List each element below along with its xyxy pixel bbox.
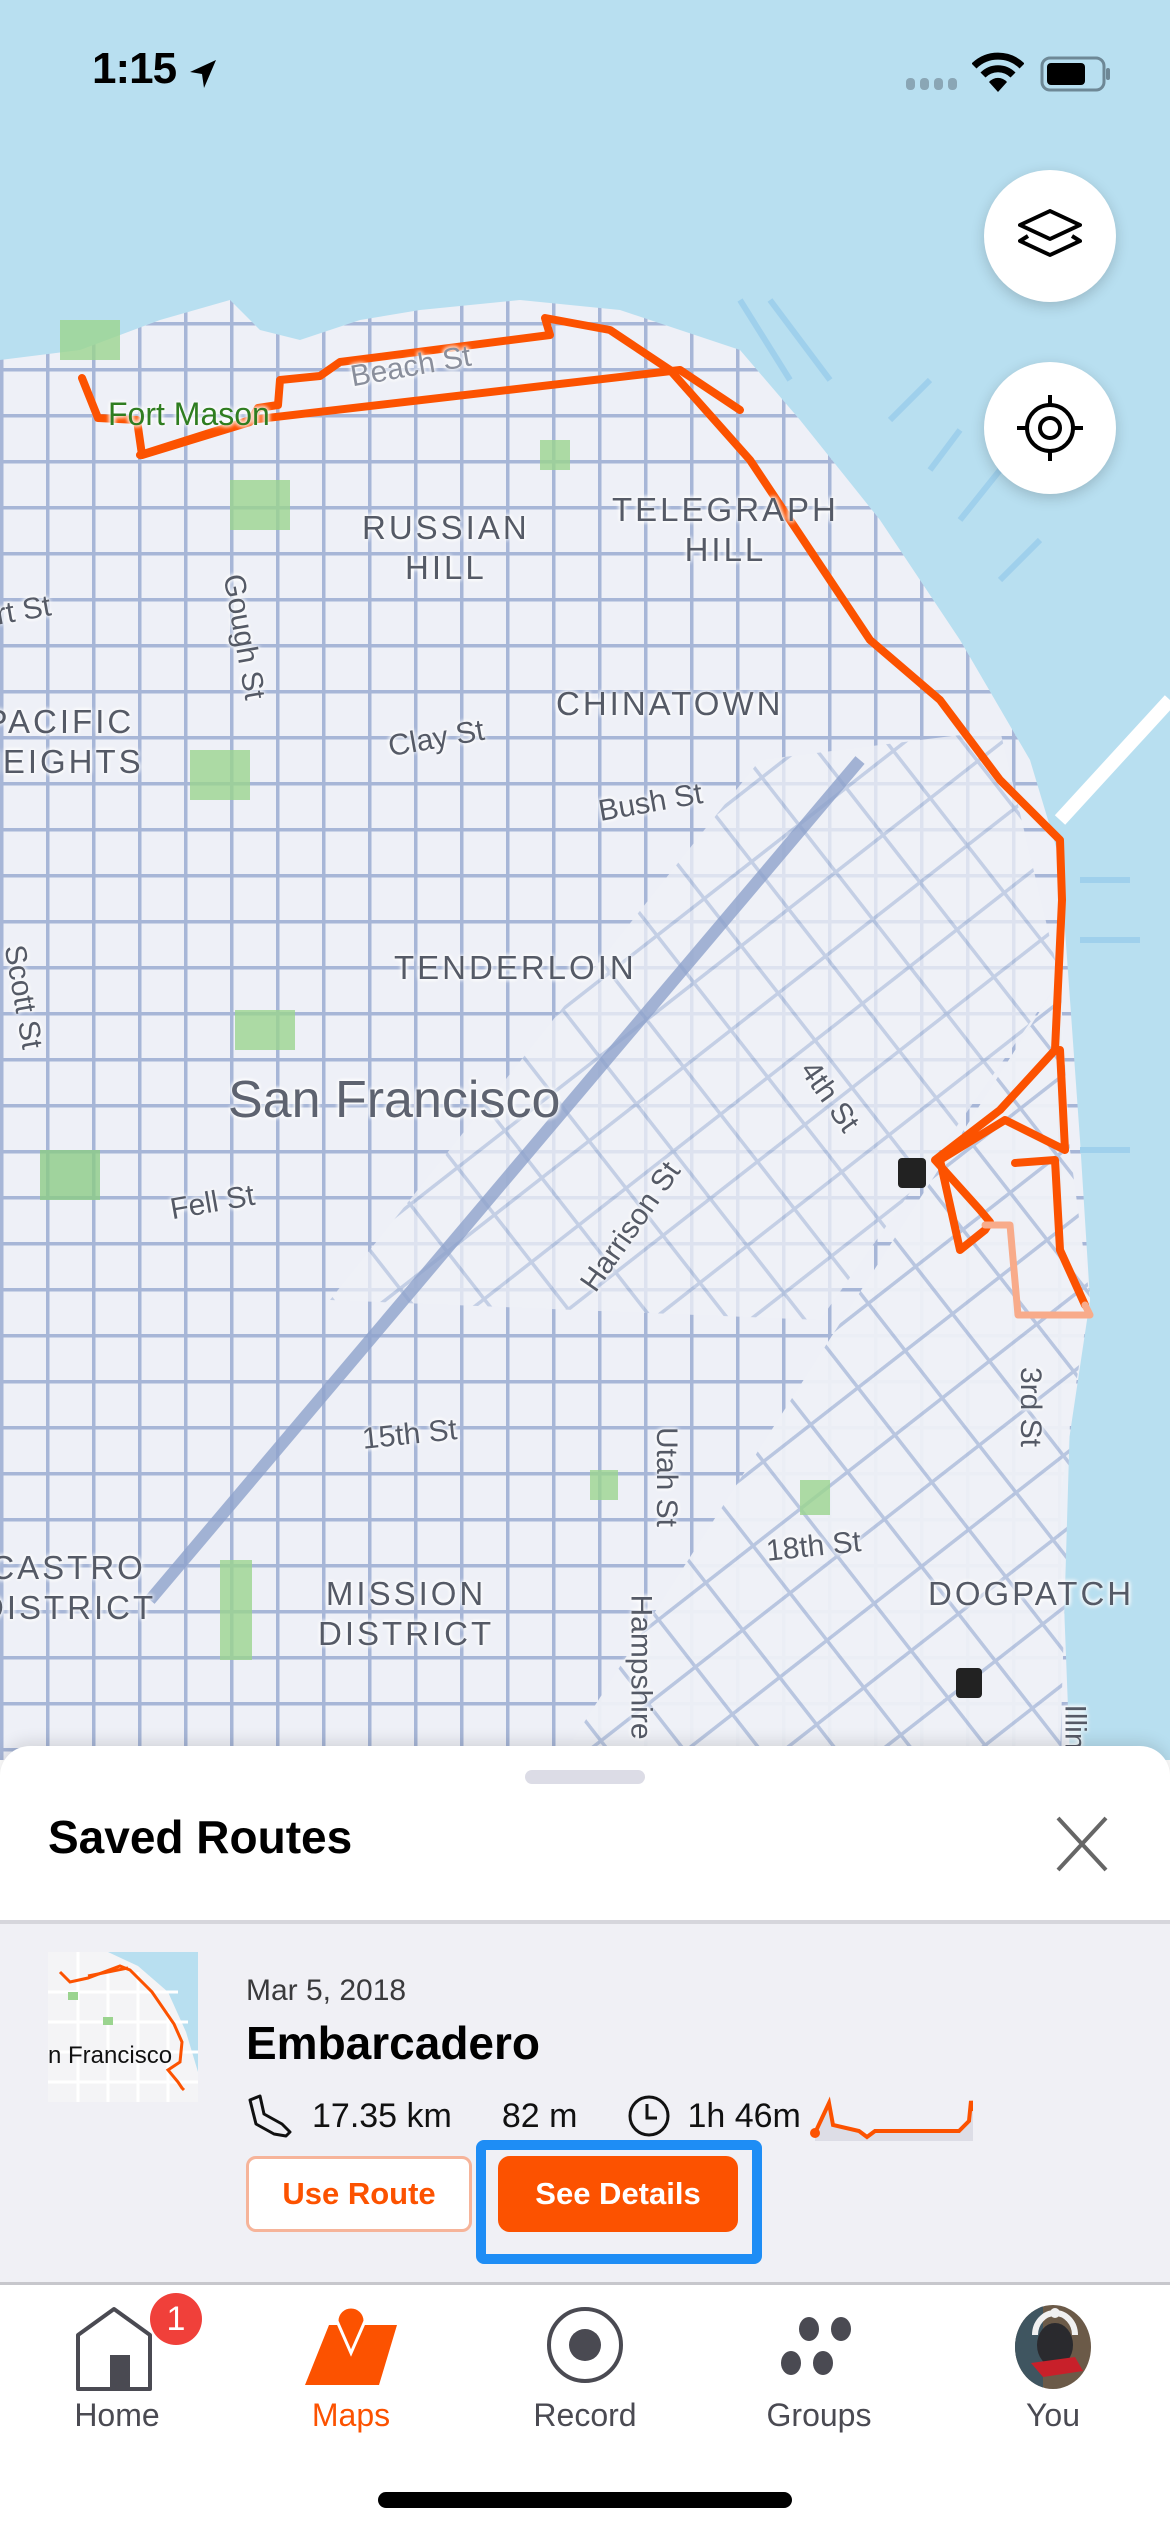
- home-icon: [76, 2307, 152, 2391]
- map-label-san-francisco: San Francisco: [228, 1071, 561, 1129]
- map-label-dogpatch: DOGPATCH: [928, 1575, 1135, 1612]
- map-label-3rd-st: 3rd St: [1014, 1366, 1048, 1448]
- tab-label-record: Record: [533, 2397, 637, 2433]
- layers-icon: [1018, 209, 1082, 257]
- saved-routes-sheet: Saved Routes n Francisco Mar 5, 2018 Emb…: [0, 1746, 1170, 2286]
- sheet-grabber[interactable]: [525, 1770, 645, 1784]
- record-icon: [547, 2307, 623, 2383]
- status-time: 1:15: [92, 44, 177, 93]
- route-distance: 17.35 km: [312, 2096, 452, 2135]
- tab-label-home: Home: [74, 2397, 160, 2433]
- close-button[interactable]: [1050, 1812, 1114, 1876]
- home-indicator[interactable]: [378, 2492, 792, 2508]
- tab-you[interactable]: You: [936, 2285, 1170, 2465]
- map-label-tenderloin: TENDERLOIN: [394, 949, 637, 986]
- location-arrow-icon: [190, 60, 216, 88]
- wifi-icon: [972, 52, 1024, 92]
- close-icon: [1056, 1816, 1108, 1872]
- use-route-button[interactable]: Use Route: [246, 2156, 472, 2232]
- tab-home[interactable]: 1 Home: [0, 2285, 234, 2465]
- crosshair-icon: [1017, 395, 1083, 461]
- avatar: [1015, 2305, 1091, 2389]
- route-date: Mar 5, 2018: [246, 1974, 407, 2007]
- route-elevation: 82 m: [501, 2096, 578, 2135]
- tab-groups[interactable]: Groups: [702, 2285, 936, 2465]
- route-name: Embarcadero: [246, 2017, 541, 2069]
- groups-icon: [781, 2317, 851, 2375]
- tab-record[interactable]: Record: [468, 2285, 702, 2465]
- map-label-castro-district: CASTRO DISTRICT: [0, 1549, 157, 1626]
- map-label-russian-hill: RUSSIAN HILL: [362, 509, 530, 586]
- tab-label-groups: Groups: [766, 2397, 872, 2433]
- shoe-icon: [248, 2094, 292, 2138]
- route-thumbnail-label: n Francisco: [48, 2042, 173, 2069]
- map-label-fort-mason: Fort Mason: [108, 396, 270, 432]
- route-duration: 1h 46m: [687, 2096, 801, 2135]
- route-thumbnail[interactable]: n Francisco: [48, 1952, 198, 2102]
- map-label-telegraph-hill: TELEGRAPH HILL: [612, 491, 839, 568]
- tab-maps[interactable]: Maps: [234, 2285, 468, 2465]
- clock-icon: [628, 2095, 670, 2137]
- map-label-illinois: Illin: [1058, 1704, 1092, 1750]
- map-label-chinatown: CHINATOWN: [556, 685, 784, 722]
- maps-icon: [305, 2305, 397, 2385]
- map-label-mission-district: MISSION DISTRICT: [318, 1575, 495, 1652]
- recenter-location-button[interactable]: [984, 362, 1116, 494]
- see-details-button[interactable]: See Details: [498, 2156, 738, 2232]
- battery-icon: [1040, 56, 1110, 92]
- route-stats: 17.35 km 82 m 1h 46m: [246, 2088, 973, 2144]
- cellular-signal-icon: [906, 78, 957, 90]
- map-label-hampshire: Hampshire: [624, 1594, 658, 1740]
- map-label-utah-st: Utah St: [650, 1426, 684, 1528]
- route-list-item[interactable]: n Francisco Mar 5, 2018 Embarcadero 17.3…: [0, 1924, 1170, 2286]
- elevation-profile-chart: [809, 2096, 973, 2141]
- tab-label-you: You: [1026, 2397, 1080, 2433]
- map-label-pacific-heights: PACIFIC HEIGHTS: [0, 703, 144, 780]
- status-bar: 1:15: [0, 0, 1170, 140]
- notification-badge: 1: [150, 2293, 202, 2345]
- tab-label-maps: Maps: [311, 2397, 391, 2433]
- route-thumbnail-map: [48, 1952, 198, 2102]
- map-layers-button[interactable]: [984, 170, 1116, 302]
- sheet-title: Saved Routes: [48, 1811, 353, 1863]
